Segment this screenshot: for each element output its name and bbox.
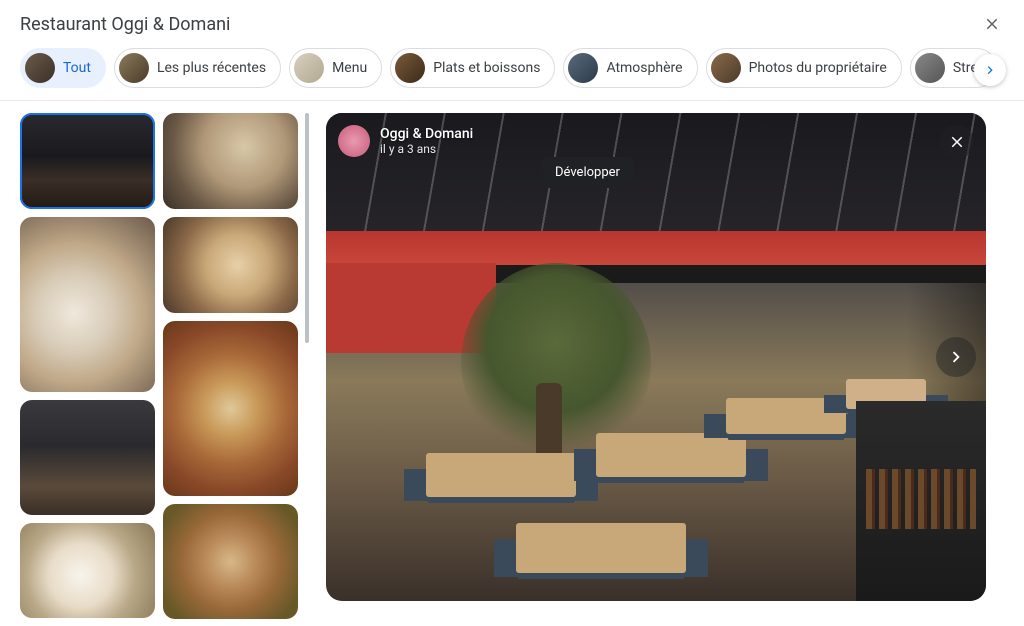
photo-close-button[interactable] bbox=[940, 125, 974, 159]
scrollbar[interactable] bbox=[304, 113, 310, 626]
photo-next-button[interactable] bbox=[936, 337, 976, 377]
close-icon bbox=[948, 133, 966, 151]
chip-thumb-icon bbox=[25, 53, 55, 83]
photo-decor bbox=[326, 231, 986, 265]
photo-decor bbox=[866, 469, 976, 529]
chip-thumb-icon bbox=[119, 53, 149, 83]
filter-chip-recent[interactable]: Les plus récentes bbox=[114, 48, 281, 88]
filter-chip-atmosphere[interactable]: Atmosphère bbox=[563, 48, 697, 88]
thumbnail[interactable] bbox=[163, 504, 298, 619]
expand-tooltip: Développer bbox=[541, 157, 634, 188]
chip-label: Plats et boissons bbox=[433, 60, 540, 76]
chevron-right-icon bbox=[982, 62, 998, 78]
close-button[interactable] bbox=[980, 12, 1004, 36]
filter-bar: Tout Les plus récentes Menu Plats et boi… bbox=[0, 44, 1024, 101]
main-photo[interactable]: Oggi & Domani il y a 3 ans Développer bbox=[326, 113, 986, 601]
thumbnail[interactable] bbox=[20, 400, 155, 515]
thumbnail[interactable] bbox=[20, 217, 155, 392]
page-title: Restaurant Oggi & Domani bbox=[20, 14, 230, 35]
chip-thumb-icon bbox=[568, 53, 598, 83]
filter-chip-all[interactable]: Tout bbox=[20, 48, 106, 88]
chip-label: Atmosphère bbox=[606, 60, 682, 76]
uploader-name: Oggi & Domani bbox=[380, 126, 473, 142]
chip-thumb-icon bbox=[395, 53, 425, 83]
chip-thumb-icon bbox=[915, 53, 945, 83]
chip-label: Les plus récentes bbox=[157, 60, 266, 76]
filter-chip-menu[interactable]: Menu bbox=[289, 48, 382, 88]
chevron-right-icon bbox=[945, 346, 967, 368]
avatar bbox=[338, 125, 370, 157]
chip-label: Menu bbox=[332, 60, 367, 76]
thumbnail-grid bbox=[0, 101, 298, 626]
chip-thumb-icon bbox=[711, 53, 741, 83]
thumbnail[interactable] bbox=[163, 113, 298, 209]
chip-thumb-icon bbox=[294, 53, 324, 83]
chip-label: Tout bbox=[63, 60, 91, 76]
filters-next-button[interactable] bbox=[974, 54, 1006, 86]
close-icon bbox=[983, 15, 1001, 33]
thumbnail[interactable] bbox=[163, 321, 298, 496]
thumbnail[interactable] bbox=[163, 217, 298, 313]
thumbnail[interactable] bbox=[20, 523, 155, 618]
filter-chip-owner[interactable]: Photos du propriétaire bbox=[706, 48, 902, 88]
thumbnail[interactable] bbox=[20, 113, 155, 209]
uploader-info[interactable]: Oggi & Domani il y a 3 ans bbox=[338, 125, 473, 157]
chip-label: Photos du propriétaire bbox=[749, 60, 887, 76]
filter-chip-food[interactable]: Plats et boissons bbox=[390, 48, 555, 88]
uploader-time: il y a 3 ans bbox=[380, 142, 473, 156]
